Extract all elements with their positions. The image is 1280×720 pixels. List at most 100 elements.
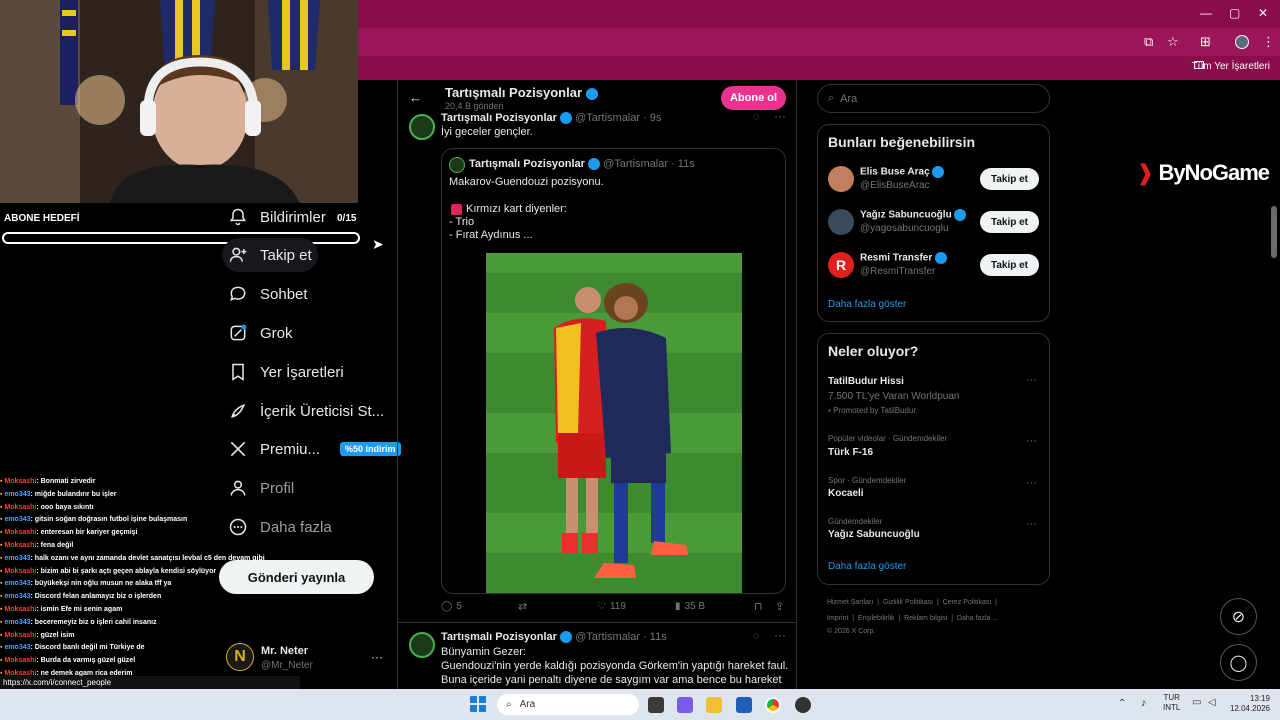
file-explorer-icon[interactable]	[706, 697, 722, 713]
extensions-icon[interactable]: ⊞	[1200, 34, 1211, 50]
menu-icon[interactable]: ⋮	[1262, 34, 1275, 50]
trend-title[interactable]: Yağız Sabuncuoğlu	[828, 529, 920, 540]
minimize-icon[interactable]: —	[1200, 6, 1212, 20]
taskbar-search[interactable]: ⌕ Ara	[497, 694, 639, 715]
chat-text: : Bonmati zirvedir	[36, 478, 96, 485]
footer-links-1[interactable]: Hizmet Şartları | Gizlilik Politikası | …	[827, 599, 997, 606]
views-action[interactable]: ▮ 35 B	[675, 601, 705, 612]
quoted-media-image[interactable]	[486, 253, 742, 593]
search-input[interactable]: ⌕ Ara	[817, 84, 1050, 113]
chat-message: ▪ emo343: beceremeyiz biz o işleri cahil…	[0, 617, 300, 630]
tweet-more-icon[interactable]: ···	[774, 628, 786, 642]
grok-small-icon[interactable]: ◌	[753, 111, 760, 123]
trends-title: Neler oluyor?	[828, 343, 919, 359]
taskbar	[0, 689, 1280, 720]
tweet-line-1: Bünyamin Gezer:	[441, 646, 526, 658]
trend-title[interactable]: TatilBudur Hissi	[828, 376, 904, 387]
footer-copyright: © 2026 X Corp.	[827, 628, 876, 635]
subscribe-button[interactable]: Abone ol	[721, 86, 786, 110]
tweet-avatar[interactable]	[409, 114, 435, 140]
back-arrow-icon[interactable]: ←	[409, 90, 422, 105]
heart-icon: ♡	[597, 601, 606, 612]
all-bookmarks-label[interactable]: Tüm Yer İşaretleri	[1192, 61, 1270, 72]
language-indicator[interactable]: TUR INTL	[1163, 693, 1180, 713]
profile-header-title: Tartışmalı Pozisyonlar	[445, 85, 598, 100]
nav-premium[interactable]: Premiu... %50 indirim	[222, 432, 407, 466]
clock[interactable]: 13:19 12.04.2026	[1226, 694, 1270, 714]
install-icon[interactable]: ⧉	[1144, 34, 1153, 50]
nav-creator-label: İçerik Üreticisi St...	[260, 402, 385, 420]
grok-float-button[interactable]: ⊘	[1220, 598, 1257, 635]
chat-text: : Burda da varmış güzel güzel	[36, 657, 136, 665]
nav-chat-label: Sohbet	[260, 285, 308, 303]
nav-bookmarks[interactable]: Yer İşaretleri	[222, 355, 350, 389]
task-view-icon[interactable]	[648, 697, 664, 713]
nav-notifications-label: Bildirimler	[260, 208, 326, 226]
trend-more-icon[interactable]: ···	[1026, 518, 1037, 530]
chat-text: : ismin Efe mi senin agam	[36, 605, 123, 613]
nav-grok[interactable]: Grok	[222, 316, 299, 350]
windows-start-icon[interactable]	[470, 696, 486, 712]
chat-text: : Discord felan anlamayız biz o işlerden	[30, 593, 162, 601]
footer-links-2[interactable]: Imprint | Erişilebilirlik | Reklam bilgi…	[827, 615, 998, 622]
retweet-icon[interactable]: ⇄	[518, 600, 527, 613]
bookmark-action-icon[interactable]: ⊓	[754, 600, 763, 613]
store-icon[interactable]	[736, 697, 752, 713]
trends-show-more-link[interactable]: Daha fazla göster	[828, 561, 906, 572]
grok-small-icon[interactable]: ◌	[753, 630, 760, 642]
follow-button[interactable]: Takip et	[980, 254, 1039, 276]
sub-goal-count: 0/15	[337, 213, 357, 224]
bookmark-star-icon[interactable]: ☆	[1167, 34, 1179, 50]
scrollbar-thumb[interactable]	[1271, 206, 1277, 258]
chat-message: ▪ Moksashi: enteresan bir kariyer geçmiş…	[0, 527, 300, 540]
trend-more-icon[interactable]: ···	[1026, 435, 1037, 447]
copilot-icon[interactable]	[677, 697, 693, 713]
grok-icon	[230, 324, 247, 341]
obs-icon[interactable]	[795, 697, 811, 713]
chat-username: emo343	[4, 490, 31, 498]
trend-more-icon[interactable]: ···	[1026, 477, 1037, 489]
chat-text: : bizim abi bi şarkı açtı geçen ablayla …	[36, 567, 217, 575]
follow-button[interactable]: Takip et	[980, 168, 1039, 190]
volume-icon[interactable]: ◁	[1208, 697, 1216, 708]
bell-icon	[229, 208, 247, 226]
chat-message: ▪ Moksashi: Bonmati zirvedir	[0, 476, 300, 489]
microphone-icon[interactable]: ♪	[1141, 697, 1147, 709]
chat-bubble-icon	[230, 286, 246, 302]
profile-avatar[interactable]	[1235, 35, 1249, 49]
network-icon[interactable]: ▭	[1192, 697, 1201, 708]
trend-more-icon[interactable]: ···	[1026, 374, 1037, 386]
football-photo	[486, 253, 742, 593]
verified-icon	[585, 87, 598, 100]
chat-message: ▪ Moksashi: güzel isim	[0, 630, 300, 643]
tweet-header: Tartışmalı Pozisyonlar @Tartismalar · 11…	[441, 631, 667, 644]
like-action[interactable]: ♡ 119	[597, 601, 626, 612]
follow-button[interactable]: Takip et	[980, 211, 1039, 233]
account-more-icon[interactable]: ···	[371, 650, 383, 664]
quoted-tweet[interactable]: Tartışmalı Pozisyonlar @Tartismalar · 11…	[441, 148, 786, 594]
share-icon[interactable]: ⇪	[775, 600, 784, 613]
bynogame-flame-icon: ❱	[1136, 160, 1155, 185]
user-avatar[interactable]	[828, 209, 854, 235]
close-icon[interactable]: ✕	[1258, 6, 1268, 20]
nav-follow[interactable]: Takip et	[222, 238, 318, 272]
messages-float-button[interactable]: ◯	[1220, 644, 1257, 681]
chrome-icon[interactable]	[765, 697, 781, 713]
who-to-follow-box: Bunları beğenebilirsin Elis Buse Araç @E…	[817, 124, 1050, 322]
verified-icon	[560, 631, 573, 644]
reply-action[interactable]: ◯ 5	[441, 601, 462, 612]
tweet-avatar[interactable]	[409, 632, 435, 658]
chat-username: emo343	[4, 554, 31, 562]
show-more-link[interactable]: Daha fazla göster	[828, 299, 906, 310]
nav-creator-studio[interactable]: İçerik Üreticisi St...	[222, 394, 390, 428]
nav-notifications[interactable]: Bildirimler	[222, 200, 332, 234]
tweet-more-icon[interactable]: ···	[774, 109, 786, 123]
maximize-icon[interactable]: ▢	[1229, 6, 1240, 20]
user-avatar[interactable]	[828, 166, 854, 192]
trend-title[interactable]: Türk F-16	[828, 447, 873, 458]
address-bar[interactable]	[358, 28, 1280, 56]
resmi-transfer-logo[interactable]: R	[828, 252, 854, 278]
nav-chat[interactable]: Sohbet	[222, 277, 314, 311]
trend-title[interactable]: Kocaeli	[828, 488, 864, 499]
tray-chevron-icon[interactable]: ⌃	[1118, 698, 1126, 709]
